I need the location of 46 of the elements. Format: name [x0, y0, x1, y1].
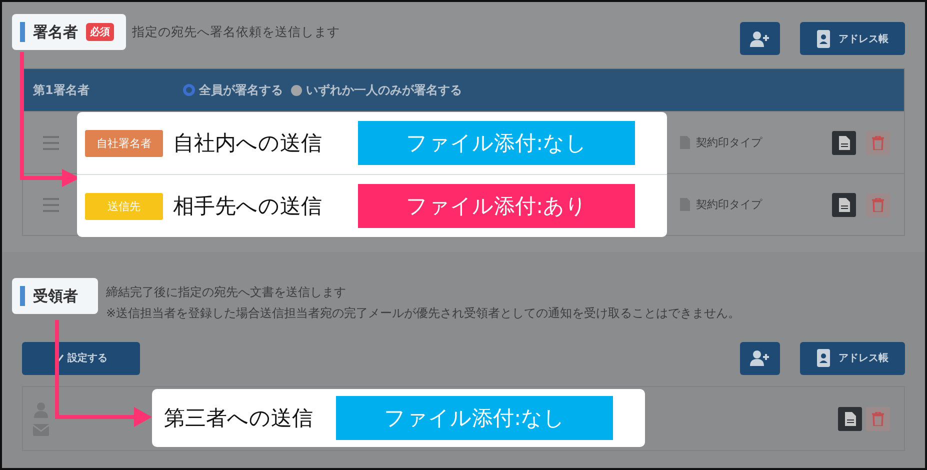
stamp-type-label: 契約印タイプ [696, 197, 762, 212]
radio-button[interactable] [183, 84, 195, 96]
callout-text: 相手先への送信 [172, 193, 323, 220]
role-tag: 送信先 [85, 192, 163, 220]
set-button[interactable]: 設定する [22, 342, 140, 374]
document-icon [680, 198, 690, 211]
callout-text: 第三者への送信 [163, 405, 314, 432]
person-plus-icon [750, 350, 770, 366]
document-icon [844, 412, 856, 426]
drag-handle-icon[interactable] [43, 198, 59, 212]
section-title: 署名者 [33, 22, 78, 42]
address-book-icon [816, 349, 830, 367]
address-book-icon [816, 30, 830, 48]
document-button[interactable] [838, 406, 862, 430]
address-book-button[interactable]: アドレス帳 [800, 342, 905, 374]
document-icon [838, 136, 850, 150]
document-icon [680, 136, 690, 149]
accent-bar [20, 22, 25, 42]
address-book-button[interactable]: アドレス帳 [800, 22, 905, 55]
add-person-button[interactable] [740, 342, 780, 374]
section-description: ※送信担当者を登録した場合送信担当者宛の完了メールが優先され受領者としての通知を受け取ることはできません。 [106, 305, 740, 322]
section-description: 指定の宛先へ署名依頼を送信します [132, 24, 340, 41]
callout-text: 自社内への送信 [172, 130, 323, 157]
document-button[interactable] [832, 192, 856, 216]
required-badge: 必須 [86, 23, 114, 41]
document-icon [838, 198, 850, 212]
signer-heading: 第1署名者 [33, 82, 90, 98]
stamp-type-label: 契約印タイプ [696, 135, 762, 150]
trash-icon [872, 198, 884, 212]
section-title: 受領者 [33, 286, 78, 306]
drag-handle-icon[interactable] [43, 136, 59, 150]
add-person-button[interactable] [740, 22, 780, 55]
radio-option[interactable]: 全員が署名する [183, 82, 283, 98]
radio-button[interactable] [291, 84, 302, 96]
trash-icon [872, 136, 884, 150]
mail-icon [33, 424, 49, 436]
attachment-label: ファイル添付:なし [358, 121, 635, 165]
document-button[interactable] [832, 130, 856, 154]
person-plus-icon [750, 30, 770, 46]
role-tag: 自社署名者 [85, 130, 163, 156]
accent-bar [20, 286, 25, 306]
attachment-label: ファイル添付:あり [358, 184, 635, 228]
radio-option[interactable]: いずれか一人のみが署名する [291, 82, 462, 98]
attachment-label: ファイル添付:なし [336, 396, 613, 440]
trash-icon [872, 412, 884, 426]
section-description: 締結完了後に指定の宛先へ文書を送信します [106, 284, 347, 301]
